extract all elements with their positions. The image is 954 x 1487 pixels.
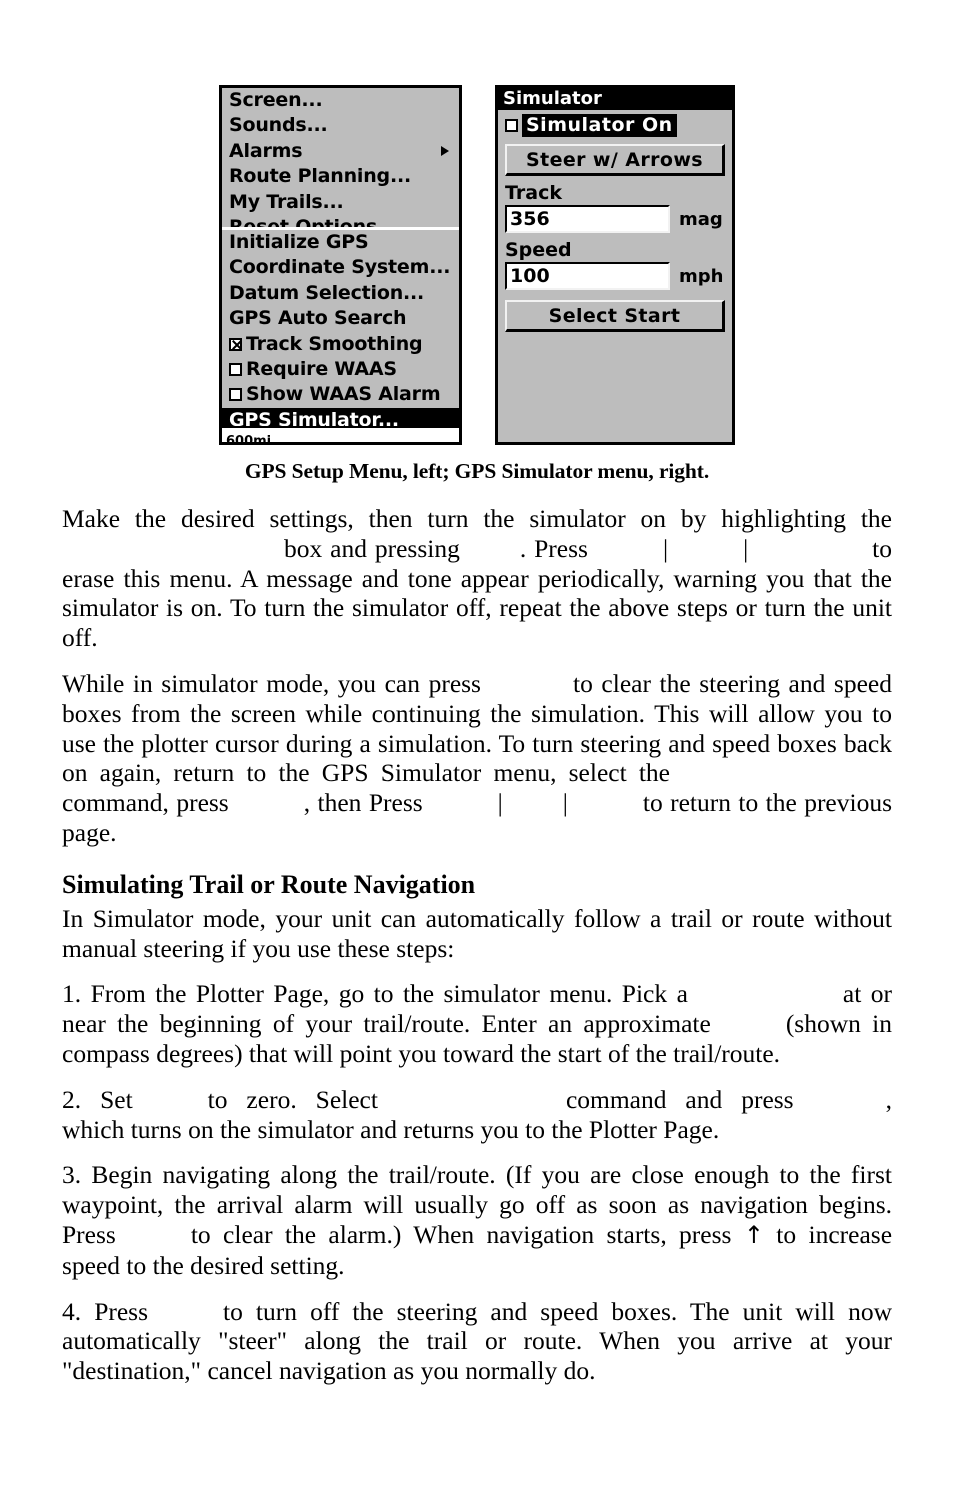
figure-screenshots: Screen... Sounds... Alarms Route Plannin… — [62, 0, 892, 445]
p2-part-c: command, press — [62, 788, 229, 818]
paragraph-4: 1. From the Plotter Page, go to the simu… — [62, 979, 892, 1068]
gps-setup-menu-screenshot: Screen... Sounds... Alarms Route Plannin… — [219, 85, 462, 445]
menu-item-label: My Trails... — [229, 190, 344, 213]
speed-unit-label: mph — [679, 265, 724, 287]
simulator-menu-body: Simulator On Steer w/ Arrows Track 356 m… — [498, 110, 732, 442]
paragraph-5: 2. Set to zero. Select command and press, … — [62, 1085, 892, 1145]
menu-item-label: Reset Options... — [229, 215, 399, 227]
section-heading: Simulating Trail or Route Navigation — [62, 869, 476, 899]
p2-part-d: , then Press — [303, 788, 423, 818]
menu-item-label: Screen... — [229, 89, 323, 111]
p7-part-a: 4. Press — [62, 1296, 149, 1326]
checkbox-icon[interactable] — [505, 119, 518, 132]
speed-input[interactable]: 100 — [505, 262, 670, 290]
select-start-button[interactable]: Select Start — [505, 300, 725, 332]
paragraph-6: 3. Begin navigating along the trail/rout… — [62, 1160, 892, 1280]
simulator-on-row[interactable]: Simulator On — [505, 114, 725, 137]
up-arrow-icon: ↑ — [743, 1220, 764, 1249]
p1-part-a: Make the desired settings, then turn the… — [62, 504, 892, 533]
p2-part-a: While in simulator mode, you can press — [62, 668, 481, 698]
p1-part-d: | — [662, 533, 669, 563]
menu-item-sounds[interactable]: Sounds... — [222, 113, 459, 138]
p5-part-d: , — [885, 1084, 892, 1114]
p6-part-b: to clear the alarm.) When navigation sta… — [190, 1219, 732, 1249]
figure-caption: GPS Setup Menu, left; GPS Simulator menu… — [244, 459, 710, 483]
menu-item-label: Datum Selection... — [229, 281, 425, 304]
menu-item-route-planning[interactable]: Route Planning... — [222, 164, 459, 189]
menu-item-my-trails[interactable]: My Trails... — [222, 190, 459, 215]
menu-item-datum-selection[interactable]: Datum Selection... — [222, 281, 459, 306]
menu-item-initialize-gps[interactable]: Initialize GPS — [222, 230, 459, 255]
checkbox-icon[interactable] — [229, 363, 242, 377]
menu-item-label: Route Planning... — [229, 165, 411, 188]
p1-part-b: box and pressing — [284, 533, 460, 563]
menu-item-alarms[interactable]: Alarms — [222, 139, 459, 164]
menu-item-label: Require WAAS — [246, 357, 397, 380]
menu-item-gps-simulator[interactable]: GPS Simulator... — [222, 407, 459, 427]
checkbox-checked-icon[interactable] — [229, 337, 242, 351]
track-field-label: Track — [505, 182, 562, 204]
p2-part-f: | — [562, 788, 568, 818]
speed-field-label: Speed — [505, 239, 572, 261]
menu-item-require-waas[interactable]: Require WAAS — [222, 357, 459, 382]
menu-item-label: Coordinate System... — [229, 256, 451, 279]
setup-menu-list: Screen... Sounds... Alarms Route Plannin… — [222, 88, 459, 427]
menu-item-label: GPS Simulator... — [229, 408, 399, 427]
speed-field-row: 100 mph — [505, 262, 725, 290]
paragraph-1: Make the desired settings, then turn the… — [62, 504, 892, 653]
document-page: Screen... Sounds... Alarms Route Plannin… — [0, 0, 954, 1487]
p5-part-a: 2. Set — [62, 1084, 133, 1114]
menu-item-label: Sounds... — [229, 114, 328, 137]
p1-part-f: to erase this menu. A message and tone a… — [62, 533, 893, 653]
steer-with-arrows-button[interactable]: Steer w/ Arrows — [505, 144, 725, 176]
menu-item-track-smoothing[interactable]: Track Smoothing — [222, 332, 459, 357]
menu-item-label: Track Smoothing — [246, 332, 423, 355]
p5-part-c: command and press — [565, 1084, 794, 1114]
p1-part-e: | — [743, 533, 749, 563]
menu-item-label: Alarms — [229, 139, 303, 162]
menu-item-screen[interactable]: Screen... — [222, 88, 459, 113]
menu-item-show-waas-alarm[interactable]: Show WAAS Alarm — [222, 382, 459, 407]
menu-item-label: Initialize GPS — [229, 230, 369, 253]
simulator-on-label: Simulator On — [522, 114, 677, 137]
map-scale-label: 600mi — [226, 434, 272, 442]
menu-item-label: GPS Auto Search — [229, 307, 407, 330]
p5-part-b: to zero. Select — [207, 1084, 378, 1114]
simulator-menu-title: Simulator — [498, 88, 732, 110]
map-scale-strip: 600mi — [222, 426, 459, 442]
p5-part-e: which turns on the simulator and returns… — [62, 1114, 720, 1144]
select-start-wrapper: Select Start — [505, 300, 725, 332]
p2-part-e: | — [497, 788, 503, 818]
track-field-row: 356 mag — [505, 205, 725, 233]
menu-item-clipped-partial[interactable]: Reset Options... — [222, 215, 459, 227]
paragraph-2: While in simulator mode, you can press to… — [62, 669, 892, 848]
menu-item-label: Show WAAS Alarm — [246, 383, 441, 406]
p4-part-a: 1. From the Plotter Page, go to the simu… — [62, 979, 688, 1009]
p7-part-b: to turn off the steering and speed boxes… — [62, 1296, 892, 1386]
p1-part-c: . Press — [519, 533, 588, 563]
paragraph-7: 4. Press to turn off the steering and spe… — [62, 1297, 892, 1386]
track-unit-label: mag — [679, 208, 723, 230]
menu-item-gps-auto-search[interactable]: GPS Auto Search — [222, 306, 459, 331]
checkbox-icon[interactable] — [229, 388, 242, 402]
paragraph-3: In Simulator mode, your unit can automat… — [62, 903, 892, 963]
track-input[interactable]: 356 — [505, 205, 670, 233]
menu-item-coordinate-system[interactable]: Coordinate System... — [222, 255, 459, 280]
gps-simulator-menu-screenshot: Simulator Simulator On Steer w/ Arrows T… — [495, 85, 735, 445]
submenu-arrow-icon — [441, 146, 449, 157]
